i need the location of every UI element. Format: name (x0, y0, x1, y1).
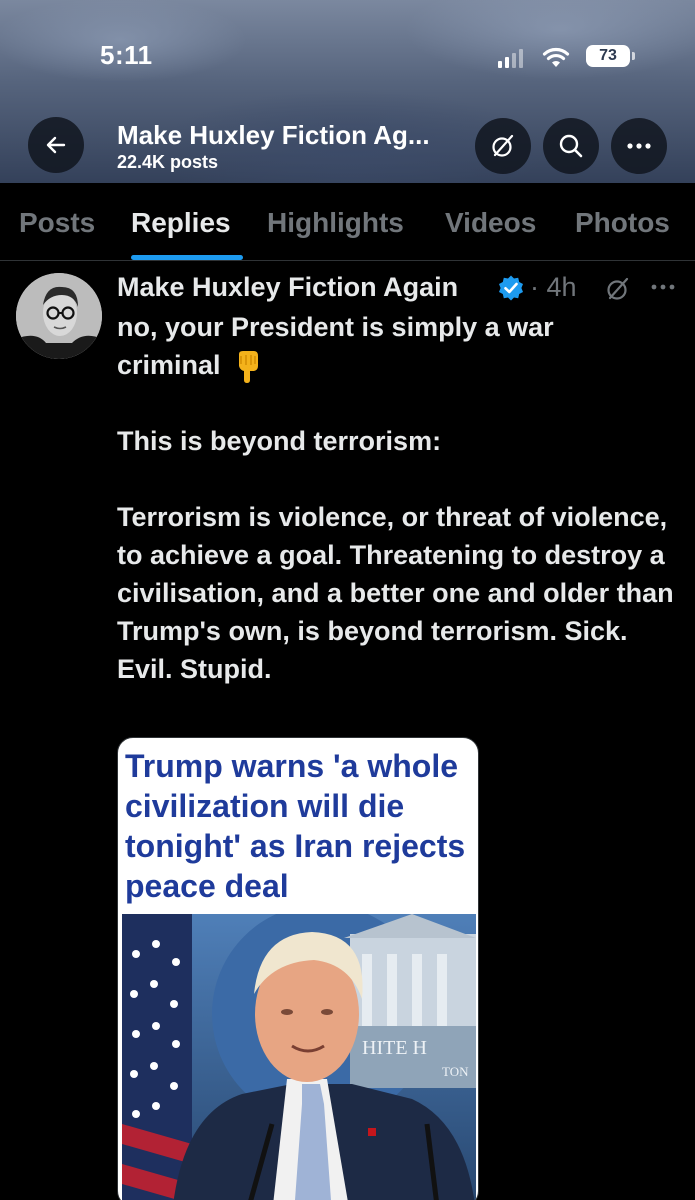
grok-icon (492, 134, 514, 157)
post-media-image[interactable]: Trump warns 'a whole civilization will d… (117, 737, 479, 1200)
tab-photos[interactable]: Photos (575, 207, 670, 239)
more-icon (651, 284, 675, 290)
avatar[interactable] (16, 273, 102, 359)
sign-text: HITE H (362, 1037, 427, 1059)
more-icon (627, 143, 651, 149)
grok-icon[interactable] (605, 276, 631, 302)
post-paragraph: Terrorism is violence, or threat of viol… (117, 502, 674, 684)
active-tab-indicator (131, 255, 243, 260)
post-author-name[interactable]: Make Huxley Fiction Again (117, 272, 458, 303)
battery-icon: 73 (586, 45, 635, 67)
more-options-button[interactable] (611, 118, 667, 174)
post-timestamp[interactable]: · 4h (530, 272, 577, 303)
sign-text: TON (442, 1064, 469, 1079)
tab-replies[interactable]: Replies (131, 207, 231, 239)
status-time: 5:11 (100, 40, 153, 70)
verified-badge-icon (499, 275, 523, 301)
tab-posts[interactable]: Posts (19, 207, 95, 239)
page-title: Make Huxley Fiction Ag... (117, 120, 430, 150)
battery-level: 73 (599, 47, 617, 64)
search-icon (559, 134, 583, 158)
search-button[interactable] (543, 118, 599, 174)
back-arrow-icon (46, 136, 66, 154)
post-paragraph: This is beyond terrorism: (117, 426, 442, 456)
cellular-signal-icon (498, 48, 523, 68)
post-count: 22.4K posts (117, 152, 219, 172)
post-text-line: criminal (117, 346, 677, 384)
grok-button[interactable] (475, 118, 531, 174)
tab-videos[interactable]: Videos (445, 207, 536, 239)
post-body: no, your President is simply a war crimi… (117, 308, 677, 688)
wifi-icon (542, 47, 570, 67)
profile-banner: 5:11 73 Make Huxley Fiction Ag... 22.4K … (0, 0, 695, 183)
tab-highlights[interactable]: Highlights (267, 207, 404, 239)
back-button[interactable] (28, 117, 84, 173)
profile-tabs: Posts Replies Highlights Videos Photos (0, 183, 695, 261)
pointing-down-emoji-icon (238, 350, 258, 383)
avatar-portrait (16, 273, 102, 359)
media-headline: Trump warns 'a whole civilization will d… (125, 748, 466, 904)
post-text-line: criminal (117, 350, 221, 380)
post-more-button[interactable] (650, 270, 676, 298)
post-text-line: no, your President is simply a war (117, 312, 554, 342)
media-photo: HITE H TON (122, 914, 476, 1200)
